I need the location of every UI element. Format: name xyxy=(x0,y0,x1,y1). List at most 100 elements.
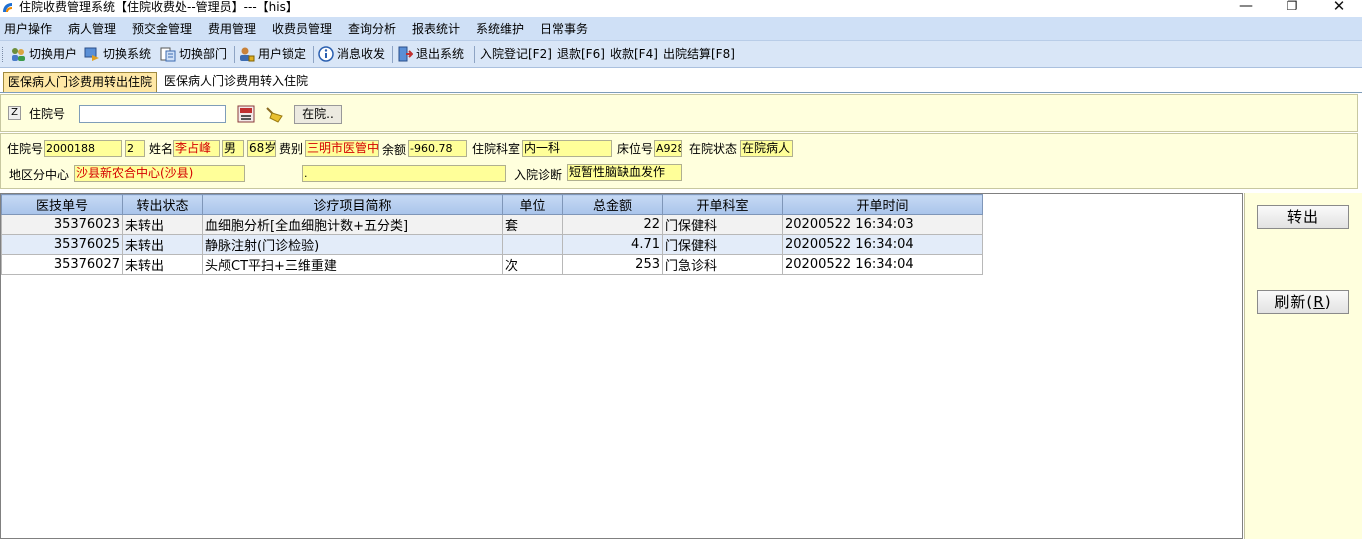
refresh-label: 刷新 xyxy=(1274,293,1307,311)
status-label: 在院状态 xyxy=(689,142,738,156)
transfer-out-button[interactable]: 转出 xyxy=(1257,205,1349,229)
menu-fee-mgmt[interactable]: 费用管理 xyxy=(208,21,256,37)
cell-dept: 门保健科 xyxy=(662,214,783,235)
refund-button[interactable]: 退款[F6] xyxy=(557,45,605,64)
bed-label: 床位号 xyxy=(617,142,654,156)
lock-user-label: 用户锁定 xyxy=(258,47,307,61)
cell-transfer-status: 未转出 xyxy=(122,254,203,275)
search-admission-label: 住院号 xyxy=(29,107,66,121)
cell-order-no: 35376027 xyxy=(1,254,123,275)
cell-total: 253 xyxy=(562,254,663,275)
switch-dept-button[interactable]: 切换部门 xyxy=(160,45,227,64)
col-header-order-no[interactable]: 医技单号 xyxy=(1,194,123,215)
cell-transfer-status: 未转出 xyxy=(122,234,203,255)
exit-system-label: 退出系统 xyxy=(416,47,465,61)
tab-strip: 医保病人门诊费用转出住院 医保病人门诊费用转入住院 xyxy=(0,68,1362,93)
region-label: 地区分中心 xyxy=(9,168,70,182)
table-header-row: 医技单号 转出状态 诊疗项目简称 单位 总金额 开单科室 开单时间 xyxy=(1,194,983,215)
col-header-total[interactable]: 总金额 xyxy=(562,194,663,215)
switch-user-label: 切换用户 xyxy=(29,47,78,61)
admission-button[interactable]: 入院登记[F2] xyxy=(480,45,552,64)
admission-no-label: 住院号 xyxy=(7,142,44,156)
toolbar-separator xyxy=(474,46,475,63)
switch-system-button[interactable]: 切换系统 xyxy=(84,45,151,64)
menu-query-analysis[interactable]: 查询分析 xyxy=(348,21,396,37)
age-field: 68岁 xyxy=(247,140,276,157)
admission-no-field: 2000188 xyxy=(44,140,122,157)
lock-user-button[interactable]: 用户锁定 xyxy=(239,45,306,64)
exit-system-button[interactable]: 退出系统 xyxy=(397,45,464,64)
card-reader-button[interactable] xyxy=(237,105,255,123)
user-lock-icon xyxy=(240,47,255,61)
diagnosis-field: 短暂性脑缺血发作 xyxy=(567,164,682,181)
cell-unit xyxy=(502,234,563,255)
patient-name-field: 李占峰 xyxy=(173,140,220,157)
window-title: 住院收费管理系统【住院收费处--管理员】---【his】 xyxy=(19,0,298,14)
cell-total: 4.71 xyxy=(562,234,663,255)
diagnosis-label: 入院诊断 xyxy=(514,168,563,182)
cell-time: 20200522 16:34:03 xyxy=(782,214,983,235)
menu-patient-mgmt[interactable]: 病人管理 xyxy=(68,21,116,37)
clear-button[interactable] xyxy=(264,105,286,123)
name-label: 姓名 xyxy=(149,142,174,156)
refresh-hotkey: R xyxy=(1313,293,1325,311)
switch-user-button[interactable]: 切换用户 xyxy=(10,45,77,64)
search-panel: Z 住院号 在院.. xyxy=(0,94,1358,132)
app-logo-icon xyxy=(3,3,12,12)
cell-order-no: 35376025 xyxy=(1,234,123,255)
balance-label: 余额 xyxy=(382,143,407,157)
users-icon xyxy=(12,47,25,61)
messages-button[interactable]: 消息收发 xyxy=(318,45,385,64)
refresh-button[interactable]: 刷新(R) xyxy=(1257,290,1349,314)
title-bar: 住院收费管理系统【住院收费处--管理员】---【his】 — ❐ ✕ xyxy=(0,0,1362,17)
cell-dept: 门急诊科 xyxy=(662,254,783,275)
cell-unit: 套 xyxy=(502,214,563,235)
table-row[interactable]: 35376023 未转出 血细胞分析[全血细胞计数+五分类] 套 22 门保健科… xyxy=(1,214,983,235)
col-header-time[interactable]: 开单时间 xyxy=(782,194,983,215)
cell-time: 20200522 16:34:04 xyxy=(782,254,983,275)
menu-deposit-mgmt[interactable]: 预交金管理 xyxy=(132,21,192,37)
cell-item-name: 头颅CT平扫+三维重建 xyxy=(202,254,503,275)
tab-transfer-out[interactable]: 医保病人门诊费用转出住院 xyxy=(3,72,158,92)
menu-reports[interactable]: 报表统计 xyxy=(412,21,460,37)
tab-transfer-in[interactable]: 医保病人门诊费用转入住院 xyxy=(160,72,312,92)
col-header-transfer-status[interactable]: 转出状态 xyxy=(122,194,203,215)
discharge-button[interactable]: 出院结算[F8] xyxy=(663,45,735,64)
broom-icon xyxy=(266,107,283,123)
table-row[interactable]: 35376027 未转出 头颅CT平扫+三维重建 次 253 门急诊科 2020… xyxy=(1,254,983,275)
z-button[interactable]: Z xyxy=(8,106,21,120)
cell-unit: 次 xyxy=(502,254,563,275)
status-field: 在院病人 xyxy=(740,140,793,157)
collect-button[interactable]: 收款[F4] xyxy=(610,45,658,64)
action-panel: 转出 刷新(R) xyxy=(1244,193,1362,539)
cell-order-no: 35376023 xyxy=(1,214,123,235)
balance-field: -960.78 xyxy=(408,140,467,157)
maximize-button[interactable]: ❐ xyxy=(1269,0,1315,14)
patient-info-panel: 住院号 2000188 2 姓名 李占峰 男 68岁 费别 三明市医管中 余额 … xyxy=(0,133,1358,189)
col-header-item-name[interactable]: 诊疗项目简称 xyxy=(202,194,503,215)
gender-field: 男 xyxy=(222,140,244,157)
menu-user-ops[interactable]: 用户操作 xyxy=(4,21,52,37)
menu-system-maint[interactable]: 系统维护 xyxy=(476,21,524,37)
exit-icon xyxy=(398,46,413,61)
table-row[interactable]: 35376025 未转出 静脉注射(门诊检验) 4.71 门保健科 202005… xyxy=(1,234,983,255)
admission-no-input[interactable] xyxy=(79,105,226,123)
menu-cashier-mgmt[interactable]: 收费员管理 xyxy=(272,21,332,37)
switch-dept-label: 切换部门 xyxy=(179,47,228,61)
cell-item-name: 血细胞分析[全血细胞计数+五分类] xyxy=(202,214,503,235)
cell-transfer-status: 未转出 xyxy=(122,214,203,235)
toolbar-separator xyxy=(313,46,314,63)
minimize-button[interactable]: — xyxy=(1223,0,1269,14)
toolbar-separator xyxy=(234,46,235,63)
col-header-dept[interactable]: 开单科室 xyxy=(662,194,783,215)
department-icon xyxy=(160,47,176,61)
status-filter-button[interactable]: 在院.. xyxy=(294,105,342,124)
messages-label: 消息收发 xyxy=(337,47,386,61)
dept-label: 住院科室 xyxy=(472,142,521,156)
region-extra-field: . xyxy=(302,165,506,182)
close-button[interactable]: ✕ xyxy=(1316,0,1362,14)
dept-field: 内一科 xyxy=(522,140,612,157)
col-header-unit[interactable]: 单位 xyxy=(502,194,563,215)
charges-table: 医技单号 转出状态 诊疗项目简称 单位 总金额 开单科室 开单时间 353760… xyxy=(1,194,983,275)
menu-daily-affairs[interactable]: 日常事务 xyxy=(540,21,588,37)
